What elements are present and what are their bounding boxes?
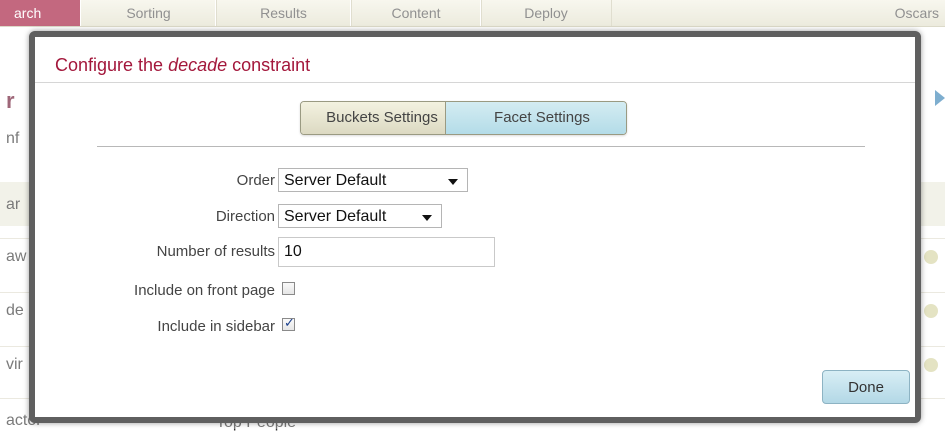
tab-facet-settings[interactable]: Facet Settings xyxy=(446,102,626,134)
configure-constraint-dialog: Configure the decade constraint Buckets … xyxy=(29,31,921,423)
direction-row: Direction Server Default xyxy=(35,204,915,230)
sidebar-row: Include in sidebar ✓ xyxy=(35,314,915,340)
number-of-results-input[interactable] xyxy=(278,237,495,267)
dialog-title-suffix: constraint xyxy=(227,55,311,75)
dialog-title: Configure the decade constraint xyxy=(35,37,915,83)
order-label: Order xyxy=(236,172,275,189)
chevron-down-icon xyxy=(448,179,458,185)
direction-selected-value: Server Default xyxy=(284,208,387,225)
dialog-title-prefix: Configure the xyxy=(55,55,169,75)
settings-tab-group: Buckets Settings Facet Settings xyxy=(300,101,627,135)
number-of-results-label: Number of results xyxy=(156,243,275,260)
order-row: Order Server Default xyxy=(35,168,915,194)
front-page-checkbox[interactable] xyxy=(282,282,295,295)
direction-label: Direction xyxy=(215,208,275,225)
checkmark-icon: ✓ xyxy=(284,315,295,330)
sidebar-checkbox[interactable]: ✓ xyxy=(282,315,295,331)
dialog-title-constraint: decade xyxy=(168,55,228,75)
done-button[interactable]: Done xyxy=(822,370,910,404)
order-selected-value: Server Default xyxy=(284,172,387,189)
order-select[interactable]: Server Default xyxy=(278,168,468,192)
sidebar-label: Include in sidebar xyxy=(157,318,275,335)
tab-buckets-settings[interactable]: Buckets Settings xyxy=(301,102,446,134)
number-of-results-row: Number of results xyxy=(35,237,915,267)
direction-select[interactable]: Server Default xyxy=(278,204,442,228)
front-page-label: Include on front page xyxy=(134,282,275,299)
front-page-row: Include on front page xyxy=(35,278,915,304)
section-divider xyxy=(97,146,865,147)
chevron-down-icon xyxy=(422,215,432,221)
